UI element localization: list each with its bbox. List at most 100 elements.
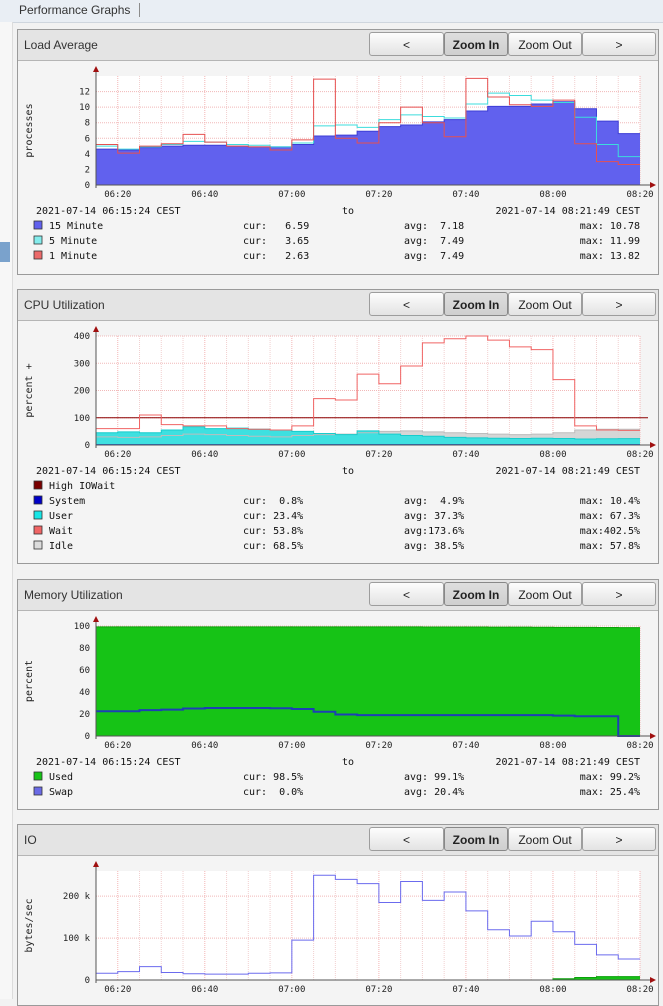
panel-title: CPU Utilization — [24, 298, 105, 312]
legend-swatch — [34, 772, 42, 780]
graph-area: 400300200100006:2006:4007:0007:2007:4008… — [18, 321, 658, 563]
range-start: 2021-07-14 06:15:24 CEST — [36, 206, 181, 217]
legend-swatch — [34, 541, 42, 549]
legend-avg: avg: 38.5% — [404, 541, 464, 552]
legend-cur: cur: 6.59 — [243, 221, 309, 232]
legend-avg: avg: 7.49 — [404, 236, 464, 247]
legend-max: max: 13.82 — [580, 251, 640, 262]
next-button[interactable]: > — [582, 32, 656, 56]
x-tick-label: 08:00 — [539, 741, 566, 751]
plot-background — [96, 871, 640, 980]
x-tick-label: 06:20 — [104, 450, 131, 460]
series-area-used — [96, 627, 640, 736]
y-tick-label: 8 — [85, 119, 90, 129]
legend-label: Idle — [49, 541, 73, 552]
y-tick-label: 0 — [85, 181, 90, 191]
legend-label: Used — [49, 772, 73, 783]
legend-max: max:402.5% — [580, 526, 640, 537]
legend-cur: cur: 2.63 — [243, 251, 309, 262]
zoom-out-button[interactable]: Zoom Out — [508, 582, 582, 606]
y-axis-label: bytes/sec — [24, 898, 35, 952]
x-tick-label: 08:00 — [539, 190, 566, 200]
page-title: Performance Graphs — [19, 3, 130, 17]
y-tick-label: 12 — [79, 88, 90, 98]
legend-max: max: 11.99 — [580, 236, 640, 247]
sidebar-active-marker — [0, 242, 10, 262]
y-axis-label: processes — [24, 103, 35, 157]
y-tick-label: 2 — [85, 165, 90, 175]
prev-button[interactable]: < — [369, 827, 444, 851]
x-tick-label: 07:20 — [365, 190, 392, 200]
y-axis-arrow — [93, 616, 99, 622]
range-end: 2021-07-14 08:21:49 CEST — [496, 206, 641, 217]
legend-cur: cur: 98.5% — [243, 772, 303, 783]
panel-title: IO — [24, 833, 37, 847]
y-axis-label: percent — [24, 660, 35, 702]
graph-area: 12108642006:2006:4007:0007:2007:4008:000… — [18, 61, 658, 274]
x-tick-label: 08:20 — [626, 190, 653, 200]
y-tick-label: 10 — [79, 103, 90, 113]
legend-cur: cur: 0.0% — [243, 787, 303, 798]
range-to: to — [342, 757, 354, 768]
next-button[interactable]: > — [582, 827, 656, 851]
range-end: 2021-07-14 08:21:49 CEST — [496, 757, 641, 768]
range-to: to — [342, 206, 354, 217]
y-tick-label: 40 — [79, 688, 90, 698]
zoom-in-button[interactable]: Zoom In — [444, 827, 508, 851]
panel-title: Load Average — [24, 38, 98, 52]
legend-max: max: 99.2% — [580, 772, 640, 783]
y-tick-label: 200 — [74, 387, 90, 397]
x-tick-label: 07:00 — [278, 741, 305, 751]
legend-cur: cur: 0.8% — [243, 496, 303, 507]
zoom-in-button[interactable]: Zoom In — [444, 292, 508, 316]
x-tick-label: 07:40 — [452, 985, 479, 995]
legend-label: Wait — [49, 526, 73, 537]
legend-cur: cur: 23.4% — [243, 511, 303, 522]
legend-swatch — [34, 236, 42, 244]
x-tick-label: 07:40 — [452, 450, 479, 460]
y-axis-arrow — [93, 66, 99, 72]
prev-button[interactable]: < — [369, 292, 444, 316]
y-tick-label: 60 — [79, 666, 90, 676]
x-tick-label: 07:40 — [452, 741, 479, 751]
x-tick-label: 07:00 — [278, 985, 305, 995]
x-tick-label: 07:20 — [365, 741, 392, 751]
legend-avg: avg:173.6% — [404, 526, 464, 537]
panel-header: Load Average < Zoom In Zoom Out > — [18, 30, 658, 61]
prev-button[interactable]: < — [369, 582, 444, 606]
legend-avg: avg: 20.4% — [404, 787, 464, 798]
legend-max: max: 10.78 — [580, 221, 640, 232]
panel-cpu-utilization: CPU Utilization < Zoom In Zoom Out > 400… — [17, 289, 659, 564]
load-average-chart: 12108642006:2006:4007:0007:2007:4008:000… — [18, 61, 658, 274]
zoom-in-button[interactable]: Zoom In — [444, 582, 508, 606]
zoom-in-button[interactable]: Zoom In — [444, 32, 508, 56]
legend-swatch — [34, 526, 42, 534]
cpu-utilization-chart: 400300200100006:2006:4007:0007:2007:4008… — [18, 321, 658, 563]
next-button[interactable]: > — [582, 292, 656, 316]
legend-cur: cur: 53.8% — [243, 526, 303, 537]
zoom-out-button[interactable]: Zoom Out — [508, 827, 582, 851]
y-tick-label: 20 — [79, 710, 90, 720]
x-axis-arrow — [650, 733, 656, 739]
next-button[interactable]: > — [582, 582, 656, 606]
prev-button[interactable]: < — [369, 32, 444, 56]
legend-avg: avg: 7.18 — [404, 221, 464, 232]
y-tick-label: 6 — [85, 134, 90, 144]
legend-max: max: 57.8% — [580, 541, 640, 552]
y-tick-label: 0 — [85, 441, 90, 451]
x-tick-label: 06:40 — [191, 985, 218, 995]
x-tick-label: 06:20 — [104, 985, 131, 995]
panel-header: Memory Utilization < Zoom In Zoom Out > — [18, 580, 658, 611]
y-axis-arrow — [93, 326, 99, 332]
legend-swatch — [34, 496, 42, 504]
panel-header: IO < Zoom In Zoom Out > — [18, 825, 658, 856]
x-tick-label: 08:00 — [539, 985, 566, 995]
header-divider — [139, 3, 140, 17]
y-tick-label: 0 — [85, 976, 90, 986]
legend-cur: cur: 3.65 — [243, 236, 309, 247]
zoom-out-button[interactable]: Zoom Out — [508, 32, 582, 56]
range-to: to — [342, 466, 354, 477]
zoom-out-button[interactable]: Zoom Out — [508, 292, 582, 316]
y-axis-label: percent + — [24, 363, 35, 417]
legend-swatch — [34, 511, 42, 519]
